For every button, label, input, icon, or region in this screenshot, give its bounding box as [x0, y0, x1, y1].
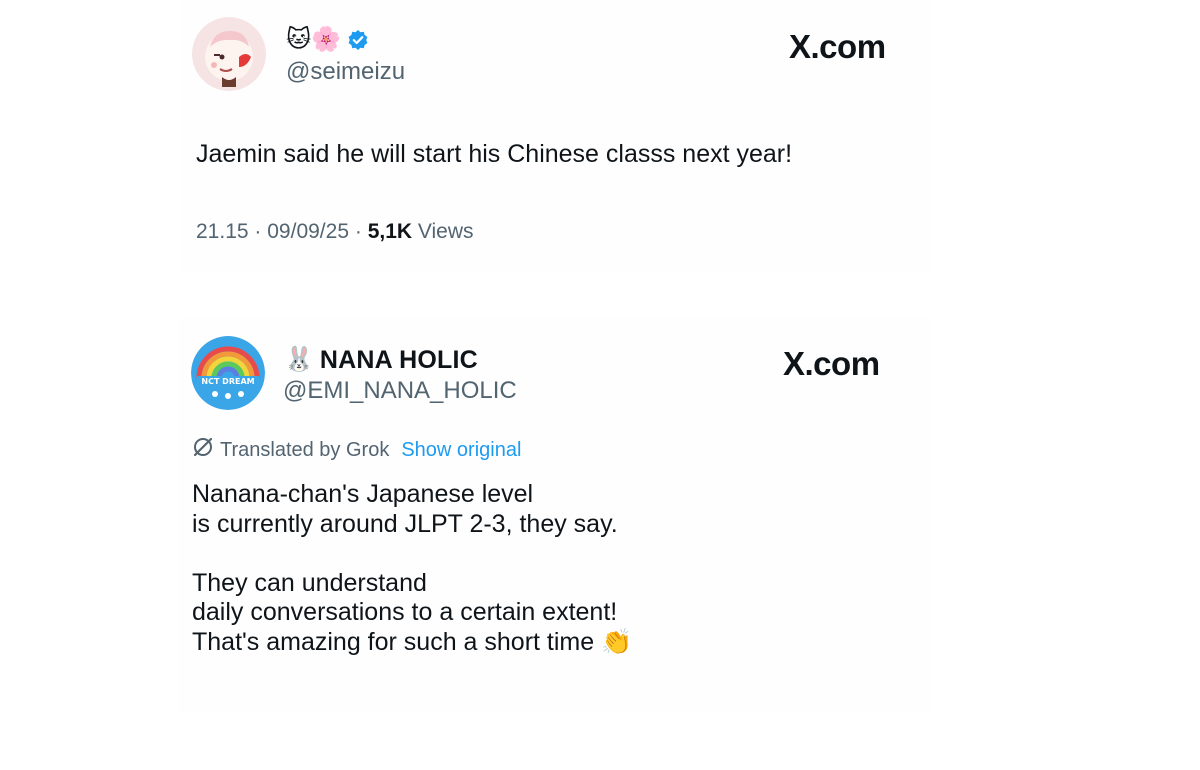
translated-label: Translated by Grok [220, 438, 390, 461]
tweet-card-1: 🐱🌸 @seimeizu X.com Jaemin said he will s… [180, 0, 930, 272]
display-name-emoji: 🐰 [284, 346, 314, 373]
display-name[interactable]: NANA HOLIC [320, 346, 478, 375]
tweet-text: Jaemin said he will start his Chinese cl… [196, 140, 793, 168]
avatar[interactable] [192, 17, 266, 91]
views-count: 5,1K [367, 220, 413, 243]
grok-icon [192, 436, 214, 464]
verified-badge-icon [347, 29, 369, 51]
handle[interactable]: @seimeizu [286, 58, 405, 86]
tweet-text: Nanana-chan's Japanese level is currentl… [192, 480, 633, 656]
display-name-emojis: 🐱🌸 [286, 26, 341, 53]
handle[interactable]: @EMI_NANA_HOLIC [283, 377, 517, 405]
site-label: X.com [789, 28, 886, 65]
rainbow-avatar-icon: NCT DREAM [191, 336, 265, 410]
show-original-link[interactable]: Show original [401, 439, 521, 462]
display-name-row: 🐰 NANA HOLIC [284, 344, 478, 376]
tweet-time[interactable]: 21.15 [196, 220, 249, 243]
tweet-date[interactable]: 09/09/25 [267, 220, 349, 243]
meta-separator: · [254, 220, 262, 243]
site-label: X.com [783, 345, 880, 382]
meta-separator: · [354, 220, 362, 243]
display-name-row: 🐱🌸 [286, 24, 369, 56]
tweet-card-2: NCT DREAM 🐰 NANA HOLIC @EMI_NANA_HOLIC X… [178, 318, 930, 712]
translation-row: Translated by Grok Show original [192, 436, 521, 464]
avatar[interactable]: NCT DREAM [191, 336, 265, 410]
views-label: Views [417, 220, 474, 243]
tweet-meta: 21.15 · 09/09/25 · 5,1K Views [196, 220, 474, 244]
avatar-text: NCT DREAM [201, 377, 254, 386]
avatar-illustration-icon [192, 17, 266, 91]
